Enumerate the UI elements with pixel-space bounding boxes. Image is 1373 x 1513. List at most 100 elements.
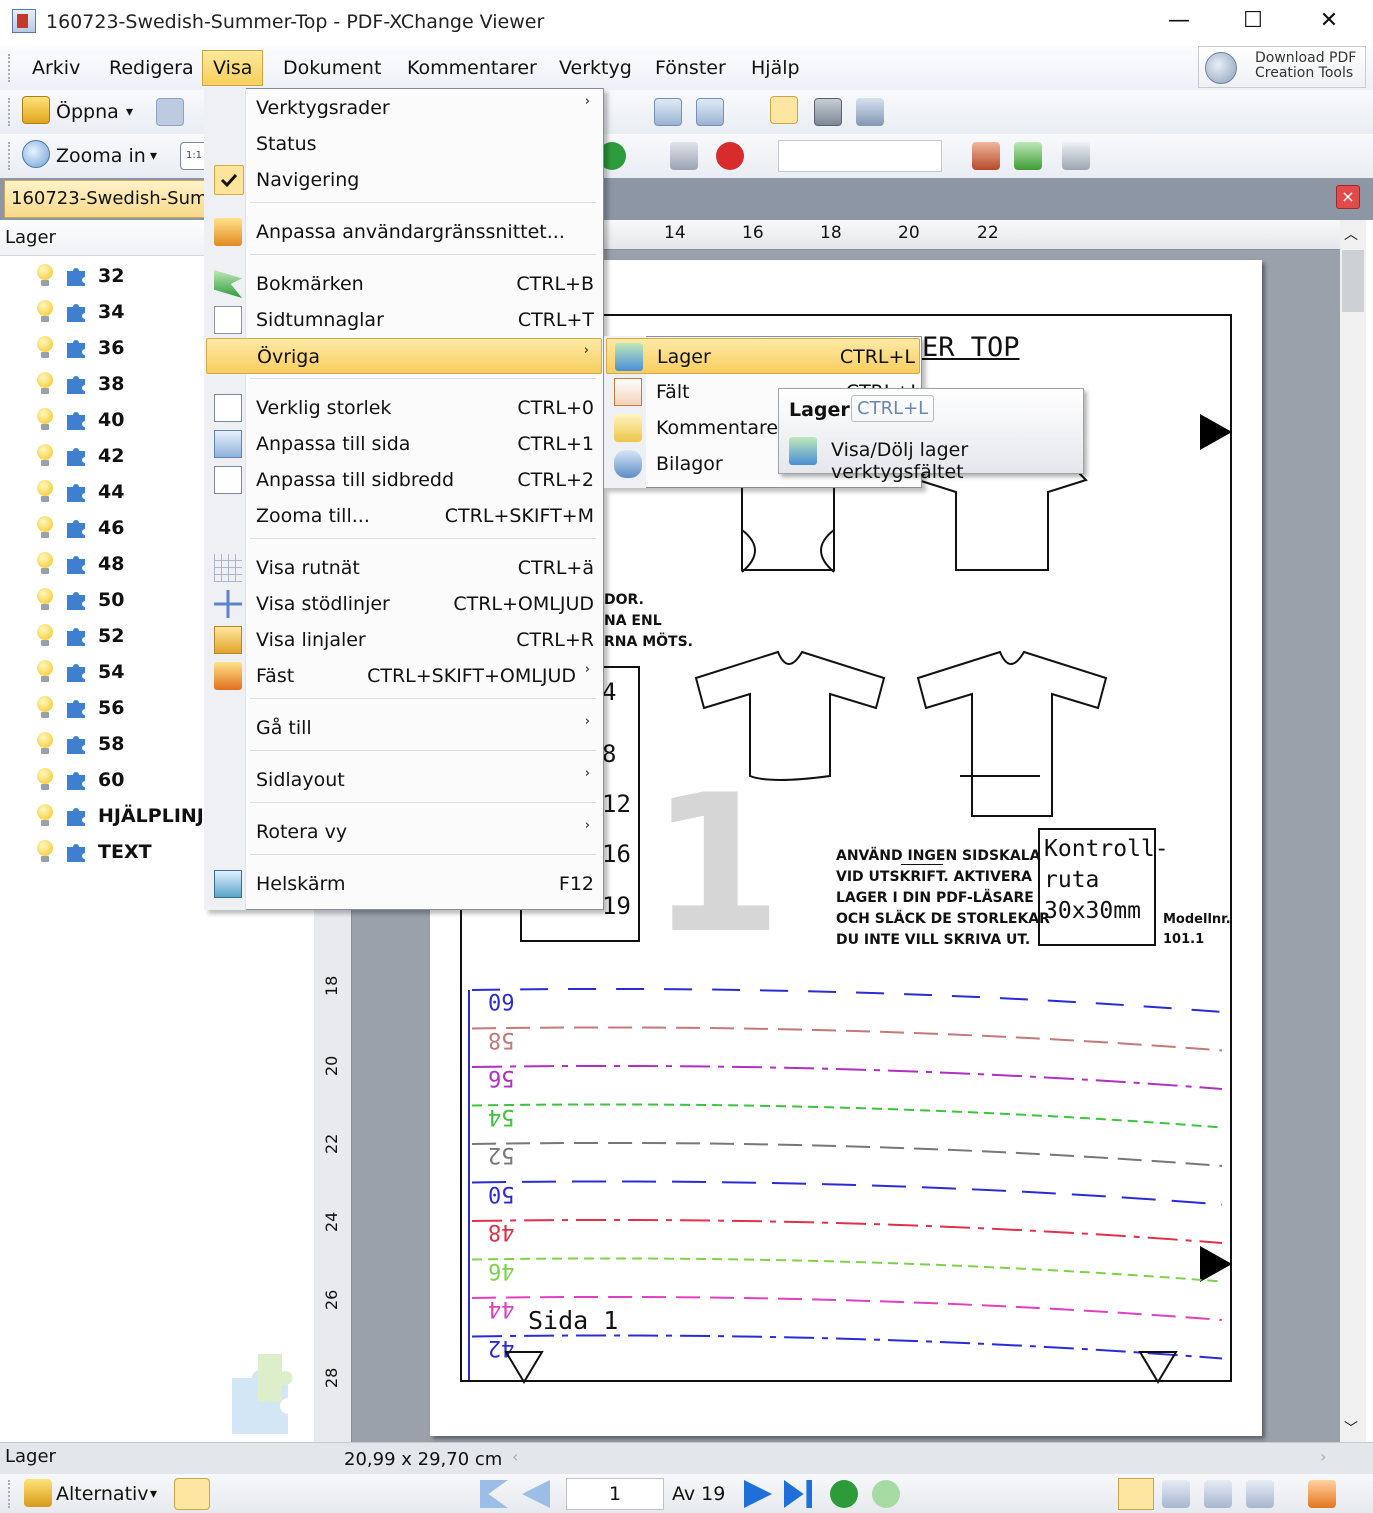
scroll-right-icon[interactable]: › xyxy=(1320,1447,1326,1466)
menu-verktyg[interactable]: Verktyg xyxy=(553,54,638,84)
visibility-bulb-icon[interactable] xyxy=(36,552,54,576)
menu-kommentarer[interactable]: Kommentarer xyxy=(401,54,543,84)
menu-redigera[interactable]: Redigera xyxy=(103,54,200,84)
visibility-bulb-icon[interactable] xyxy=(36,336,54,360)
layer-name: 40 xyxy=(98,409,125,431)
single-page-layout-icon[interactable] xyxy=(1118,1478,1154,1510)
menu-item-zooma-till[interactable]: Zooma till... CTRL+SKIFT+M xyxy=(206,498,602,534)
visibility-bulb-icon[interactable] xyxy=(36,588,54,612)
menu-item-gå-till[interactable]: Gå till › xyxy=(206,710,602,746)
vertical-scrollbar[interactable]: ︿ ﹀ xyxy=(1340,220,1366,1442)
view-toggle-icon[interactable] xyxy=(670,142,698,170)
find-previous-icon[interactable] xyxy=(972,142,1000,170)
submenu-item-lager[interactable]: Lager CTRL+L xyxy=(606,338,920,374)
menu-fonster[interactable]: Fönster xyxy=(649,54,732,84)
visibility-bulb-icon[interactable] xyxy=(36,372,54,396)
notch-triangle-icon xyxy=(504,1351,544,1384)
ask-search-icon[interactable] xyxy=(716,142,744,170)
document-tab[interactable]: 160723-Swedish-Summer-Top xyxy=(4,180,208,218)
visibility-bulb-icon[interactable] xyxy=(36,840,54,864)
visibility-bulb-icon[interactable] xyxy=(36,300,54,324)
menu-dokument[interactable]: Dokument xyxy=(277,54,387,84)
facing-layout-icon[interactable] xyxy=(1204,1480,1232,1508)
scroll-left-icon[interactable]: ‹ xyxy=(512,1447,518,1466)
visibility-bulb-icon[interactable] xyxy=(36,624,54,648)
menu-visa[interactable]: Visa xyxy=(202,50,264,86)
snapshot-camera-icon[interactable] xyxy=(814,98,842,126)
maximize-button[interactable]: ☐ xyxy=(1230,6,1276,38)
visibility-bulb-icon[interactable] xyxy=(36,408,54,432)
rotate-left-icon[interactable] xyxy=(654,98,682,126)
find-next-icon[interactable] xyxy=(1014,142,1042,170)
fit-width-icon xyxy=(214,466,242,494)
filter-icon[interactable] xyxy=(1062,142,1090,170)
print-warning: ANVÄND INGEN SIDSKALA VID UTSKRIFT. AKTI… xyxy=(836,848,1050,948)
menu-item-övriga[interactable]: Övriga › xyxy=(206,338,602,374)
page-tools-icon[interactable] xyxy=(1308,1480,1336,1508)
open-button[interactable]: Öppna xyxy=(56,98,119,126)
zoom-in-icon[interactable] xyxy=(22,140,50,168)
menu-item-rotera-vy[interactable]: Rotera vy › xyxy=(206,814,602,850)
layers-toggle-icon[interactable] xyxy=(174,1478,210,1510)
title-bar: 160723-Swedish-Summer-Top - PDF-XChange … xyxy=(0,0,1373,46)
text-select-icon[interactable] xyxy=(856,98,884,126)
download-pdf-tools-button[interactable]: Download PDF Creation Tools xyxy=(1198,46,1366,88)
forward-icon[interactable] xyxy=(872,1480,900,1508)
options-flag-icon[interactable] xyxy=(24,1479,52,1507)
visibility-bulb-icon[interactable] xyxy=(36,444,54,468)
scroll-down-icon[interactable]: ﹀ xyxy=(1344,1418,1358,1438)
menu-item-bokmärken[interactable]: Bokmärken CTRL+B xyxy=(206,266,602,302)
vertical-scrollbar-thumb[interactable] xyxy=(1342,250,1364,312)
save-icon[interactable] xyxy=(156,98,184,126)
menu-item-anpassa-till-sida[interactable]: Anpassa till sida CTRL+1 xyxy=(206,426,602,462)
options-button[interactable]: Alternativ xyxy=(56,1480,149,1508)
menu-hjalp[interactable]: Hjälp xyxy=(745,54,806,84)
rotate-right-icon[interactable] xyxy=(696,98,724,126)
menu-item-helskärm[interactable]: Helskärm F12 xyxy=(206,866,602,902)
open-dropdown-arrow[interactable]: ▾ xyxy=(126,98,133,126)
zoom-in-button[interactable]: Zooma in xyxy=(56,142,146,170)
menu-item-verklig-storlek[interactable]: Verklig storlek CTRL+0 xyxy=(206,390,602,426)
bookmark-icon xyxy=(214,270,242,298)
close-document-icon[interactable]: × xyxy=(1336,185,1360,209)
menu-separator xyxy=(250,802,596,803)
continuous-layout-icon[interactable] xyxy=(1162,1480,1190,1508)
menu-item-anpassa-till-sidbredd[interactable]: Anpassa till sidbredd CTRL+2 xyxy=(206,462,602,498)
menu-item-visa-stödlinjer[interactable]: Visa stödlinjer CTRL+OMLJUD xyxy=(206,586,602,622)
grip-handle[interactable] xyxy=(8,142,14,170)
visibility-bulb-icon[interactable] xyxy=(36,516,54,540)
menu-item-anpassa-användargränssnittet[interactable]: Anpassa användargränssnittet... xyxy=(206,214,602,250)
page-dimensions: 20,99 x 29,70 cm xyxy=(344,1449,503,1470)
menu-item-navigering[interactable]: Navigering xyxy=(206,162,602,198)
close-button[interactable]: ✕ xyxy=(1306,6,1352,38)
page-number-input[interactable]: 1 xyxy=(566,1478,664,1510)
open-folder-icon[interactable] xyxy=(22,96,50,124)
menu-item-sidlayout[interactable]: Sidlayout › xyxy=(206,762,602,798)
menu-item-visa-linjaler[interactable]: Visa linjaler CTRL+R xyxy=(206,622,602,658)
search-input[interactable] xyxy=(778,140,942,172)
menu-item-fäst[interactable]: Fäst CTRL+SKIFT+OMLJUD › xyxy=(206,658,602,694)
visibility-bulb-icon[interactable] xyxy=(36,732,54,756)
continuous-facing-layout-icon[interactable] xyxy=(1246,1480,1274,1508)
menu-item-visa-rutnät[interactable]: Visa rutnät CTRL+ä xyxy=(206,550,602,586)
hand-tool-icon[interactable] xyxy=(770,96,798,124)
grip-handle[interactable] xyxy=(8,98,14,126)
options-dropdown-arrow[interactable]: ▾ xyxy=(150,1480,157,1508)
visibility-bulb-icon[interactable] xyxy=(36,696,54,720)
visibility-bulb-icon[interactable] xyxy=(36,804,54,828)
visibility-bulb-icon[interactable] xyxy=(36,768,54,792)
visibility-bulb-icon[interactable] xyxy=(36,480,54,504)
grip-handle[interactable] xyxy=(8,1480,14,1508)
menu-item-sidtumnaglar[interactable]: Sidtumnaglar CTRL+T xyxy=(206,302,602,338)
menu-arkiv[interactable]: Arkiv xyxy=(26,54,86,84)
scroll-up-icon[interactable]: ︿ xyxy=(1344,224,1358,244)
visibility-bulb-icon[interactable] xyxy=(36,660,54,684)
grip-handle[interactable] xyxy=(8,54,14,82)
visibility-bulb-icon[interactable] xyxy=(36,264,54,288)
size-line xyxy=(471,1218,1223,1244)
menu-item-verktygsrader[interactable]: Verktygsrader › xyxy=(206,90,602,126)
back-icon[interactable] xyxy=(830,1480,858,1508)
menu-item-status[interactable]: Status xyxy=(206,126,602,162)
minimize-button[interactable]: — xyxy=(1156,6,1202,38)
zoom-dropdown-arrow[interactable]: ▾ xyxy=(150,142,157,170)
